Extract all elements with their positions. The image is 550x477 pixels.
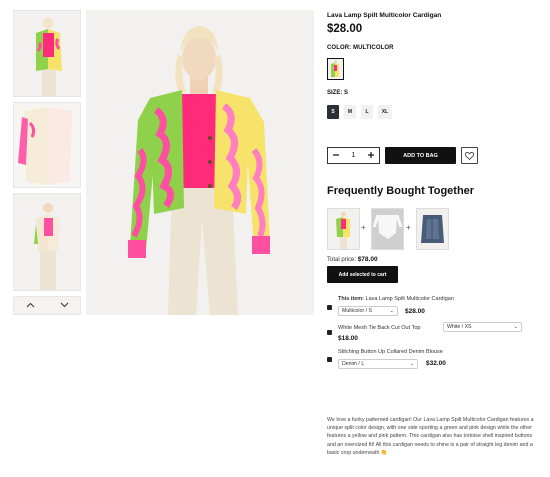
size-option-m[interactable]: M xyxy=(344,105,356,119)
main-product-image[interactable] xyxy=(86,10,314,315)
chevron-down-icon[interactable] xyxy=(60,301,69,310)
quantity-value[interactable]: 1 xyxy=(352,152,356,159)
fbt-item-prefix: This item: xyxy=(338,296,364,302)
fbt-item-title[interactable]: White Mesh Tie Back Cut Out Top xyxy=(338,325,420,331)
fbt-item-variant-select[interactable]: Denim / L ⌄ xyxy=(338,359,418,369)
size-option-xl[interactable]: XL xyxy=(378,105,392,119)
chevron-down-icon: ⌄ xyxy=(513,324,518,330)
fbt-item-variant: Multicolor / S xyxy=(342,308,372,314)
fbt-item-title[interactable]: Stitching Button Up Collared Denim Blous… xyxy=(338,349,443,355)
fbt-item-name: This item: Lava Lamp Spilt Multicolor Ca… xyxy=(338,296,454,302)
size-option-l[interactable]: L xyxy=(361,105,373,119)
fbt-item-price: $32.00 xyxy=(426,360,446,367)
thumbnail-front[interactable] xyxy=(13,10,81,97)
fbt-image-denim-blouse[interactable] xyxy=(416,208,449,250)
chevron-down-icon: ⌄ xyxy=(409,361,414,367)
fbt-item-variant: Denim / L xyxy=(342,361,365,367)
minus-icon[interactable] xyxy=(333,152,339,160)
fbt-item-checkbox[interactable] xyxy=(327,305,332,310)
size-label: SIZE: S xyxy=(327,90,349,96)
wishlist-button[interactable] xyxy=(461,147,478,164)
fbt-item-price: $18.00 xyxy=(338,335,358,342)
fbt-title: Frequently Bought Together xyxy=(327,185,475,197)
fbt-item-price: $28.00 xyxy=(405,308,425,315)
add-selected-to-cart-button[interactable]: Add selected to cart xyxy=(327,266,398,283)
fbt-item-title[interactable]: Lava Lamp Spilt Multicolor Cardigan xyxy=(366,296,454,302)
heart-icon xyxy=(464,147,475,165)
product-price: $28.00 xyxy=(327,23,363,35)
fbt-image-cardigan[interactable] xyxy=(327,208,360,250)
thumbnail-gallery xyxy=(13,10,81,315)
chevron-up-icon[interactable] xyxy=(26,301,35,310)
color-swatch-multicolor[interactable] xyxy=(327,58,344,80)
plus-icon: + xyxy=(361,223,366,232)
thumbnail-nav xyxy=(13,296,81,315)
color-label: COLOR: MULTICOLOR xyxy=(327,45,394,51)
fbt-item-checkbox[interactable] xyxy=(327,357,332,362)
plus-icon: + xyxy=(406,223,411,232)
chevron-down-icon: ⌄ xyxy=(389,308,394,314)
size-selector: S M L XL xyxy=(327,105,392,119)
quantity-stepper: 1 xyxy=(327,147,380,164)
total-price: Total price: $78.00 xyxy=(327,256,378,263)
size-option-s[interactable]: S xyxy=(327,105,339,119)
product-title: Lava Lamp Spilt Multicolor Cardigan xyxy=(327,12,442,19)
total-price-value: $78.00 xyxy=(357,256,378,263)
thumbnail-back[interactable] xyxy=(13,102,81,188)
fbt-image-white-top[interactable] xyxy=(371,208,404,250)
fbt-item-variant-select[interactable]: White / XS ⌄ xyxy=(443,322,522,332)
plus-icon[interactable] xyxy=(368,151,374,160)
add-to-bag-button[interactable]: ADD TO BAG xyxy=(385,147,456,164)
total-price-label: Total price: xyxy=(327,257,357,263)
fbt-item-variant: White / XS xyxy=(447,324,472,330)
thumbnail-full-body[interactable] xyxy=(13,193,81,291)
fbt-item-checkbox[interactable] xyxy=(327,330,332,335)
product-description: We love a funky patterned cardigan! Our … xyxy=(327,417,534,456)
fbt-item-variant-select[interactable]: Multicolor / S ⌄ xyxy=(338,306,398,316)
